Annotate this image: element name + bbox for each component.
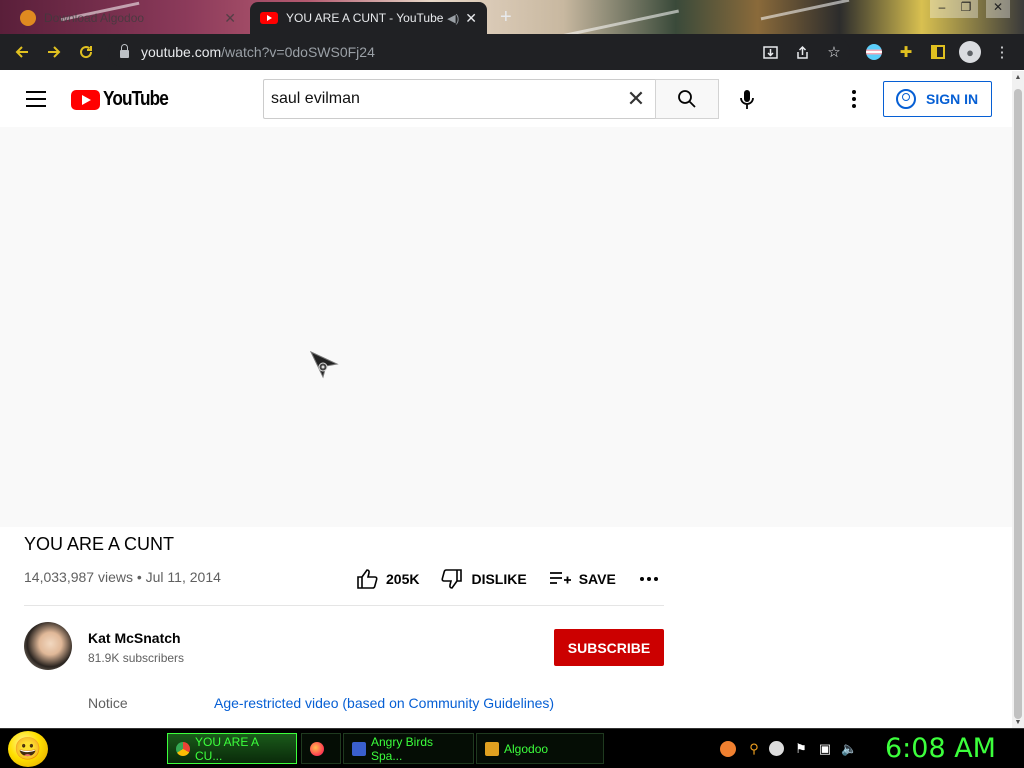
restore-icon[interactable]: ❐ <box>954 0 978 18</box>
share-icon[interactable] <box>786 34 818 70</box>
task-label: Algodoo <box>504 741 549 756</box>
browser-toolbar: youtube.com/watch?v=0doSWS0Fj24 ☆ ✚ ● ⋮ <box>0 34 1024 70</box>
logo-text: YouTube <box>103 88 169 110</box>
youtube-header: YouTube saul evilman ✕ SIGN IN <box>0 71 1012 127</box>
extension-icon[interactable] <box>858 34 890 70</box>
save-button[interactable]: SAVE <box>549 571 616 587</box>
search-input[interactable]: saul evilman ✕ <box>263 79 656 119</box>
settings-menu-icon[interactable] <box>844 87 864 111</box>
browser-tab-strip: Download Algodoo ✕ YOU ARE A CUNT - YouT… <box>0 0 1024 34</box>
scroll-up-icon[interactable]: ▲ <box>1014 74 1022 81</box>
close-tab-icon[interactable]: ✕ <box>224 10 236 27</box>
mouse-cursor-icon <box>309 350 340 384</box>
back-icon[interactable] <box>6 36 38 68</box>
task-chrome[interactable]: YOU ARE A CU... <box>167 733 297 764</box>
age-restriction-link[interactable]: Age-restricted video (based on Community… <box>214 695 554 711</box>
dislike-label: DISLIKE <box>471 571 527 587</box>
url-text: youtube.com/watch?v=0doSWS0Fj24 <box>141 44 375 60</box>
youtube-logo[interactable]: YouTube <box>71 88 179 111</box>
tab-youtube[interactable]: YOU ARE A CUNT - YouTube ◀) ✕ <box>250 2 487 34</box>
hamburger-menu-icon[interactable] <box>26 91 46 107</box>
new-tab-icon[interactable]: + <box>500 6 512 29</box>
task-firefox[interactable] <box>301 733 341 764</box>
action-center-flag-icon[interactable]: ⚑ <box>793 741 809 757</box>
tab-algodoo[interactable]: Download Algodoo ✕ <box>10 2 246 34</box>
puzzle-icon[interactable]: ✚ <box>890 34 922 70</box>
thumbs-down-icon <box>441 569 463 589</box>
task-algodoo[interactable]: Algodoo <box>476 733 604 764</box>
sign-in-label: SIGN IN <box>926 91 979 107</box>
video-meta: 14,033,987 views • Jul 11, 2014 <box>24 569 221 585</box>
wallpaper-streak <box>560 9 680 34</box>
more-actions-icon[interactable] <box>639 577 658 581</box>
video-actions: 205K DISLIKE SAVE <box>356 566 658 592</box>
volume-icon[interactable]: 🔈 <box>841 741 857 757</box>
firefox-icon <box>310 741 324 756</box>
playlist-add-icon <box>549 572 571 584</box>
forward-icon[interactable] <box>38 36 70 68</box>
smiley-icon: 😀 <box>14 736 42 761</box>
minimize-icon[interactable]: – <box>930 0 954 18</box>
profile-icon[interactable]: ● <box>954 34 986 70</box>
star-icon[interactable]: ☆ <box>818 34 850 70</box>
audio-muted-icon[interactable]: ◀) <box>447 12 459 25</box>
youtube-favicon-icon <box>260 12 278 24</box>
task-angry-birds[interactable]: Angry Birds Spa... <box>343 733 474 764</box>
tray-app-icon[interactable] <box>720 741 736 757</box>
like-button[interactable]: 205K <box>356 569 419 589</box>
wallpaper-streak <box>760 0 850 21</box>
address-bar[interactable]: youtube.com/watch?v=0doSWS0Fj24 <box>108 37 850 67</box>
side-panel-icon[interactable] <box>922 34 954 70</box>
task-label: Angry Birds Spa... <box>371 734 434 763</box>
dislike-button[interactable]: DISLIKE <box>441 569 527 589</box>
start-button[interactable]: 😀 <box>8 731 48 767</box>
subscribe-button[interactable]: SUBSCRIBE <box>554 629 664 666</box>
like-count: 205K <box>386 571 420 587</box>
tab-title: Download Algodoo <box>44 11 145 25</box>
algodoo-icon <box>485 741 499 756</box>
voice-search-button[interactable] <box>728 81 766 119</box>
subscriber-count: 81.9K subscribers <box>88 651 185 665</box>
scrollbar-thumb[interactable] <box>1014 89 1022 719</box>
search-icon <box>678 90 696 108</box>
chrome-icon <box>176 741 190 756</box>
tray-chat-icon[interactable] <box>769 741 785 757</box>
thumbs-up-icon <box>357 569 378 589</box>
close-window-icon[interactable]: ✕ <box>986 0 1010 18</box>
microphone-icon <box>740 90 754 109</box>
angry-birds-icon <box>352 741 366 756</box>
tray-search-icon[interactable]: ⚲ <box>746 741 762 757</box>
video-player[interactable] <box>0 127 1012 527</box>
account-icon <box>896 89 916 109</box>
channel-name[interactable]: Kat McSnatch <box>88 630 181 646</box>
scroll-down-icon[interactable]: ▼ <box>1014 719 1022 726</box>
lock-icon[interactable] <box>120 44 129 58</box>
divider <box>24 605 664 606</box>
taskbar: 😀 YOU ARE A CU... Angry Birds Spa... Alg… <box>0 728 1024 768</box>
sign-in-button[interactable]: SIGN IN <box>883 81 992 117</box>
algodoo-favicon-icon <box>20 10 36 26</box>
page-scrollbar[interactable]: ▲ ▼ <box>1012 71 1024 728</box>
network-icon[interactable]: ▣ <box>817 741 833 757</box>
close-tab-icon[interactable]: ✕ <box>465 10 477 27</box>
task-label: YOU ARE A CU... <box>195 734 259 763</box>
save-label: SAVE <box>578 571 616 587</box>
install-icon[interactable] <box>754 34 786 70</box>
menu-icon[interactable]: ⋮ <box>986 34 1018 70</box>
search-query: saul evilman <box>271 90 360 107</box>
youtube-play-icon <box>71 89 100 110</box>
notice-label: Notice <box>88 695 128 711</box>
tab-title: YOU ARE A CUNT - YouTube <box>286 11 444 25</box>
search-button[interactable] <box>655 79 719 119</box>
reload-icon[interactable] <box>70 36 102 68</box>
taskbar-clock[interactable]: 6:08 AM <box>885 733 996 764</box>
video-title: YOU ARE A CUNT <box>24 534 175 554</box>
clear-search-icon[interactable]: ✕ <box>616 86 656 112</box>
channel-avatar[interactable] <box>24 622 72 670</box>
